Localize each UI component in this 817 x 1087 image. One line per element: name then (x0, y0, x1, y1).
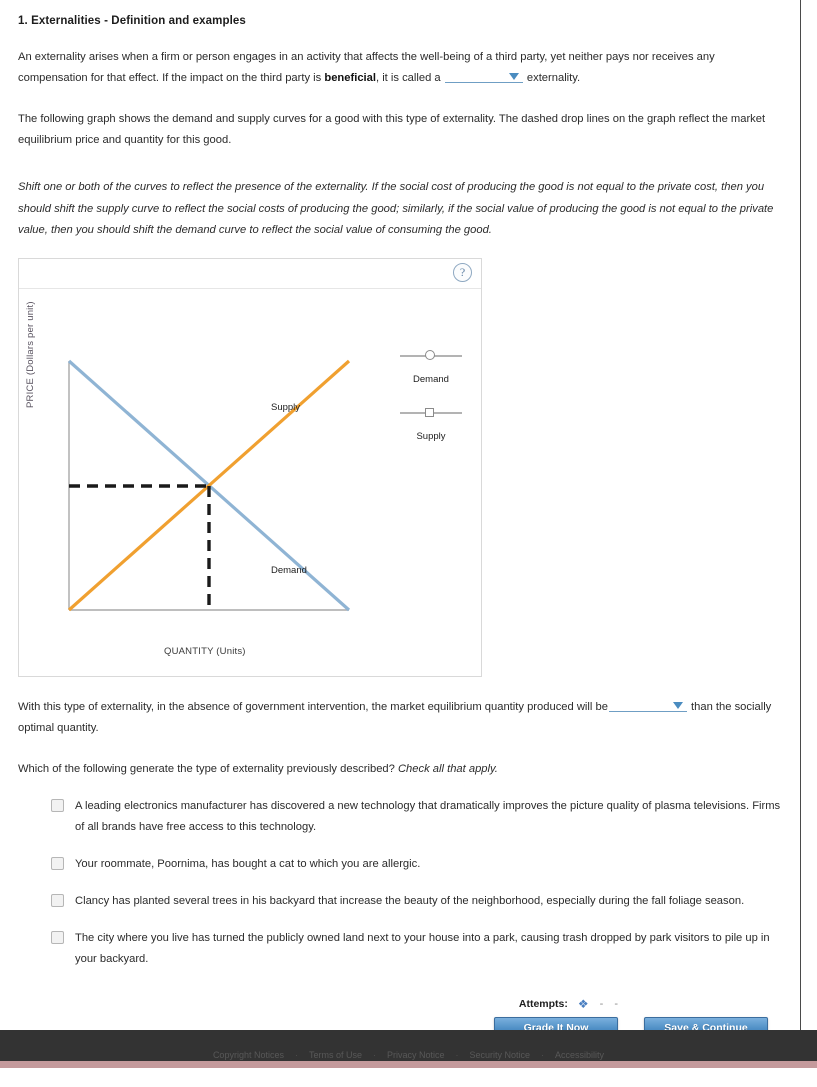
list-item[interactable]: The city where you live has turned the p… (18, 928, 782, 970)
definition-text-part2: , it is called a (375, 72, 444, 84)
graph-intro-paragraph: The following graph shows the demand and… (18, 113, 766, 146)
chevron-down-icon (508, 73, 519, 80)
graph-plot-area[interactable]: PRICE (Dollars per unit) QUANTITY (Units… (19, 288, 481, 676)
choice-1-label: A leading electronics manufacturer has d… (75, 799, 781, 833)
check-all-that-apply-note: Check all that apply. (397, 762, 498, 775)
footer-link-terms[interactable]: Terms of Use (309, 1050, 362, 1060)
checklist-prompt-text: Which of the following generate the type… (18, 762, 398, 775)
graph-svg (67, 359, 351, 611)
attempts-indicator: Attempts: ❖ - - (519, 998, 618, 1010)
choice-2-checkbox[interactable] (51, 856, 64, 870)
footer-link-accessibility[interactable]: Accessibility (555, 1050, 604, 1060)
quantity-comparison-dropdown[interactable] (608, 698, 687, 712)
legend-label-demand: Demand (413, 373, 449, 385)
footer-link-security[interactable]: Security Notice (470, 1050, 531, 1060)
legend-supply-marker[interactable] (400, 407, 462, 419)
list-item[interactable]: Your roommate, Poornima, has bought a ca… (18, 854, 782, 875)
legend-label-supply: Supply (416, 430, 446, 442)
demand-curve-label: Demand (271, 564, 307, 576)
assignment-page: 1. Externalities - Definition and exampl… (0, 0, 801, 1040)
definition-text-part3: externality. (523, 72, 581, 84)
choice-3-label: Clancy has planted several trees in his … (75, 894, 745, 907)
question-mark-icon[interactable]: ? (453, 262, 472, 282)
square-marker-icon (425, 407, 434, 417)
externality-type-dropdown[interactable] (444, 69, 523, 83)
graph-toolbar: ? (19, 259, 481, 289)
page-title: 1. Externalities - Definition and exampl… (18, 15, 246, 27)
footer-separator: · (294, 1050, 298, 1060)
equilibrium-text-part1: With this type of externality, in the ab… (18, 700, 608, 713)
footer-links: Copyright Notices · Terms of Use · Privacy N… (0, 1050, 817, 1060)
footer-separator: · (455, 1050, 459, 1060)
list-item[interactable]: A leading electronics manufacturer has d… (18, 796, 782, 838)
supply-curve-label: Supply (271, 401, 301, 413)
shift-instruction-paragraph: Shift one or both of the curves to refle… (18, 181, 774, 236)
attempt-slot-1: - (599, 997, 604, 1010)
footer-separator: · (372, 1050, 376, 1060)
supply-demand-graph-panel[interactable]: ? PRICE (Dollars per unit) QUANTITY (Uni… (18, 257, 482, 677)
attempts-label: Attempts: (518, 997, 568, 1010)
choice-1-checkbox[interactable] (51, 798, 64, 812)
list-item[interactable]: Clancy has planted several trees in his … (18, 891, 782, 912)
definition-paragraph: An externality arises when a firm or per… (18, 47, 782, 89)
choice-3-checkbox[interactable] (51, 893, 64, 907)
beneficial-emphasis: beneficial (324, 72, 376, 84)
page-footer: Copyright Notices · Terms of Use · Privacy N… (0, 1030, 817, 1061)
chevron-down-icon (672, 701, 683, 709)
choice-2-label: Your roommate, Poornima, has bought a ca… (75, 857, 421, 870)
answer-choices-list: A leading electronics manufacturer has d… (18, 796, 782, 970)
footer-accent-band (0, 1061, 817, 1068)
circle-marker-icon (425, 349, 435, 360)
footer-link-privacy[interactable]: Privacy Notice (387, 1050, 445, 1060)
attempt-slot-2: - (614, 997, 618, 1010)
checklist-prompt: Which of the following generate the type… (18, 759, 782, 780)
equilibrium-question-paragraph: With this type of externality, in the ab… (18, 697, 782, 739)
diamond-marker-icon: ❖ (577, 996, 589, 1011)
footer-separator: · (541, 1050, 545, 1060)
legend-demand-marker[interactable] (400, 349, 462, 362)
choice-4-checkbox[interactable] (51, 930, 64, 944)
graph-legend: Demand Supply (387, 349, 475, 464)
choice-4-label: The city where you live has turned the p… (75, 931, 770, 965)
footer-link-copyright[interactable]: Copyright Notices (213, 1050, 284, 1060)
